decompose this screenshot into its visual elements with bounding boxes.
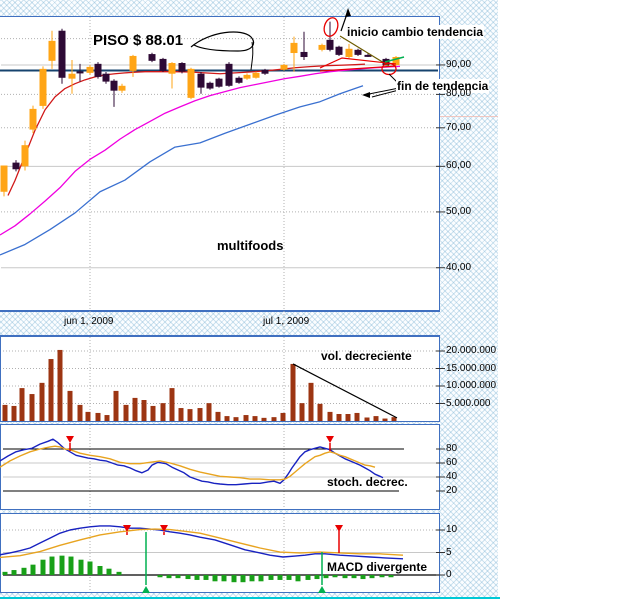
y-axis-label-macd: 5 [446, 546, 452, 558]
symbol-name-annotation: multifoods [217, 238, 284, 253]
x-axis-label-jul: jul 1, 2009 [263, 316, 310, 327]
y-axis-label-stoch: 80 [446, 443, 458, 454]
support-price-annotation: PISO $ 88.01 [93, 32, 184, 49]
macd-panel [0, 513, 440, 593]
y-axis-label-macd: 10 [446, 524, 458, 535]
margin-pink-line [440, 116, 498, 117]
macd-annotation: MACD divergente [325, 560, 430, 574]
x-axis-label-jun: jun 1, 2009 [64, 316, 114, 327]
bottom-cyan-rule [0, 597, 500, 599]
y-axis-label-stoch: 40 [446, 471, 458, 482]
y-axis-label-macd: 0 [446, 569, 452, 580]
y-axis-label-stoch: 20 [446, 485, 458, 496]
volume-annotation: vol. decreciente [321, 349, 412, 363]
chart-workspace: PISO $ 88.01 inicio cambio tendencia fin… [0, 0, 640, 603]
y-axis-label-volume: 5.000.000 [446, 397, 491, 409]
y-axis-label-price: 80,00 [446, 88, 472, 100]
y-axis-label-price: 60,00 [446, 160, 472, 172]
trend-change-start-annotation: inicio cambio tendencia [346, 25, 485, 39]
y-axis-label-volume: 10.000.000 [446, 380, 497, 391]
y-axis-label-price: 70,00 [446, 121, 472, 133]
y-axis-label-price: 50,00 [446, 205, 472, 217]
y-axis-label-price: 40,00 [446, 261, 472, 273]
y-axis-label-stoch: 60 [446, 457, 458, 468]
y-axis-label-volume: 15.000.000 [446, 362, 497, 374]
price-panel [0, 16, 440, 311]
y-axis-label-price: 90,00 [446, 58, 472, 70]
stochastic-panel [0, 424, 440, 510]
stochastic-annotation: stoch. decrec. [327, 475, 408, 489]
y-axis-label-volume: 20.000.000 [446, 345, 497, 356]
trend-end-annotation: fin de tendencia [396, 79, 490, 93]
